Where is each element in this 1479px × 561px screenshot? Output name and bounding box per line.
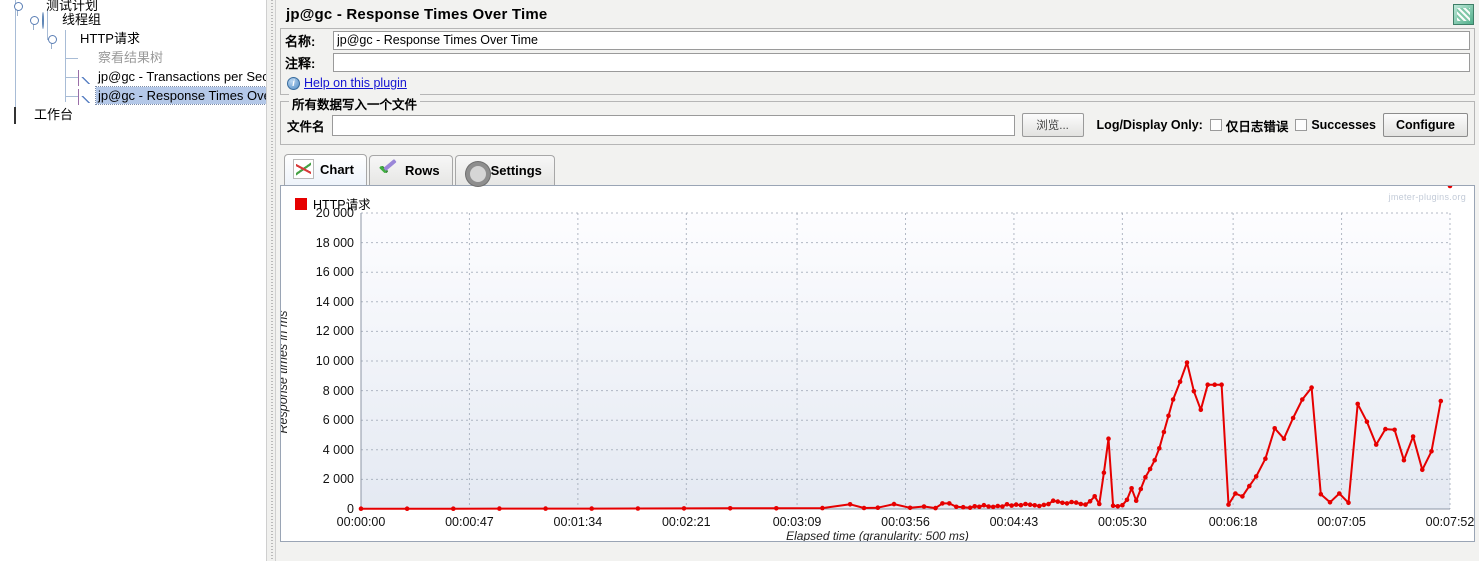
tree-item-view-results-tree[interactable]: 察看结果树 <box>62 48 165 67</box>
tree-item-response-times-over-time[interactable]: jp@gc - Response Times Over Tim <box>62 86 266 105</box>
tree-item-label: 工作台 <box>34 107 74 122</box>
y-tick-label: 0 <box>347 502 354 516</box>
comment-input[interactable] <box>333 52 1470 72</box>
tree-item-label: 线程组 <box>62 12 102 27</box>
tree-item-http-request[interactable]: HTTP请求 <box>44 29 142 49</box>
y-tick-label: 6 000 <box>322 413 354 428</box>
log-display-only-label: Log/Display Only: <box>1096 118 1203 132</box>
x-tick-label: 00:07:52 <box>1425 515 1475 529</box>
settings-gear-tab-icon <box>464 160 490 186</box>
info-icon: i <box>287 76 300 90</box>
x-tick-label: 00:02:21 <box>661 515 711 529</box>
x-tick-label: 00:05:30 <box>1098 515 1147 529</box>
y-tick-label: 8 000 <box>322 383 354 398</box>
successes-checkbox[interactable] <box>1295 119 1308 131</box>
thread-group-gear-icon <box>42 11 60 29</box>
panel-titlebar: jp@gc - Response Times Over Time <box>276 0 1479 28</box>
filename-label: 文件名 <box>287 119 325 134</box>
name-label: 名称: <box>285 33 316 49</box>
browse-button[interactable]: 浏览... <box>1021 113 1084 137</box>
plot-canvas <box>358 186 1453 512</box>
element-editor-panel: jp@gc - Response Times Over Time 名称: 注释:… <box>276 0 1479 561</box>
help-row: i Help on this plugin <box>281 73 1474 94</box>
test-plan-tree[interactable]: 测试计划 线程组 HTTP请求 察看结果树 jp@gc - Transactio… <box>0 0 266 561</box>
x-tick-label: 00:07:05 <box>1317 515 1366 529</box>
x-tick-label: 00:00:47 <box>445 515 494 529</box>
chart-tab-icon <box>293 159 314 179</box>
tree-item-transactions-per-second[interactable]: jp@gc - Transactions per Second <box>62 67 266 86</box>
comment-row: 注释: <box>281 51 1474 73</box>
listener-chart-icon <box>78 68 96 86</box>
x-axis-title: Elapsed time (granularity: 500 ms) <box>786 529 969 542</box>
x-tick-label: 00:04:43 <box>989 515 1039 529</box>
expand-handle-icon[interactable] <box>10 0 26 16</box>
x-tick-label: 00:01:34 <box>553 515 603 529</box>
tree-item-workbench[interactable]: 工作台 <box>14 105 75 124</box>
tab-bar: Chart Rows Settings <box>284 154 1479 186</box>
tab-rows[interactable]: Rows <box>368 155 453 185</box>
y-tick-label: 4 000 <box>322 442 354 457</box>
name-row: 名称: <box>281 29 1474 51</box>
y-tick-label: 14 000 <box>315 294 354 309</box>
tree-item-label: jp@gc - Response Times Over Tim <box>95 86 266 105</box>
y-tick-label: 2 000 <box>322 472 354 487</box>
y-tick-label: 12 000 <box>315 324 354 339</box>
panel-splitter[interactable] <box>266 0 276 561</box>
file-group-title: 所有数据写入一个文件 <box>289 94 421 113</box>
y-tick-label: 18 000 <box>315 235 354 250</box>
rows-check-tab-icon <box>378 160 399 180</box>
tree-item-label: 察看结果树 <box>98 50 164 65</box>
page-title: jp@gc - Response Times Over Time <box>286 5 548 23</box>
workbench-icon <box>14 106 32 124</box>
http-request-pen-icon <box>60 30 78 47</box>
tab-label: Settings <box>490 162 542 178</box>
x-tick-label: 00:06:18 <box>1208 515 1258 529</box>
successes-checkbox-wrap[interactable]: Successes <box>1295 118 1376 132</box>
errors-only-checkbox-wrap[interactable]: 仅日志错误 <box>1209 116 1289 135</box>
maximize-restore-icon[interactable] <box>1453 3 1474 25</box>
x-tick-label: 00:00:00 <box>336 515 386 529</box>
tab-settings[interactable]: Settings <box>454 155 555 186</box>
tree-item-label: jp@gc - Transactions per Second <box>98 69 266 84</box>
view-results-tree-icon <box>78 49 96 66</box>
tree-item-label: HTTP请求 <box>80 31 140 46</box>
listener-chart-icon <box>78 87 96 105</box>
y-tick-label: 20 000 <box>315 206 354 220</box>
tree-item-thread-group[interactable]: 线程组 <box>26 10 103 30</box>
write-all-data-to-file-group: 所有数据写入一个文件 文件名 浏览... Log/Display Only: 仅… <box>280 94 1475 145</box>
tab-chart[interactable]: Chart <box>284 154 367 185</box>
errors-only-checkbox[interactable] <box>1209 119 1222 131</box>
tree-connector <box>15 0 16 114</box>
help-on-this-plugin-link[interactable]: Help on this plugin <box>304 76 407 90</box>
expand-handle-icon[interactable] <box>26 10 42 30</box>
filename-row: 文件名 浏览... Log/Display Only: 仅日志错误 Succes… <box>287 113 1468 137</box>
expand-handle-icon[interactable] <box>44 29 60 49</box>
name-input[interactable] <box>333 30 1470 50</box>
jmeter-window: 测试计划 线程组 HTTP请求 察看结果树 jp@gc - Transactio… <box>0 0 1479 561</box>
response-times-chart[interactable]: HTTP请求 jmeter-plugins.org Response times… <box>280 185 1475 542</box>
tab-label: Rows <box>404 162 440 178</box>
configure-button[interactable]: Configure <box>1382 113 1468 137</box>
y-tick-label: 16 000 <box>315 265 354 280</box>
successes-label: Successes <box>1311 118 1376 132</box>
x-tick-label: 00:03:56 <box>881 515 930 529</box>
x-tick-label: 00:03:09 <box>772 515 822 529</box>
name-comment-box: 名称: 注释: i Help on this plugin <box>280 28 1475 95</box>
tab-label: Chart <box>320 161 354 177</box>
y-tick-label: 10 000 <box>315 354 354 368</box>
comment-label: 注释: <box>285 55 316 71</box>
errors-only-label: 仅日志错误 <box>1225 119 1289 134</box>
filename-input[interactable] <box>331 114 1015 136</box>
